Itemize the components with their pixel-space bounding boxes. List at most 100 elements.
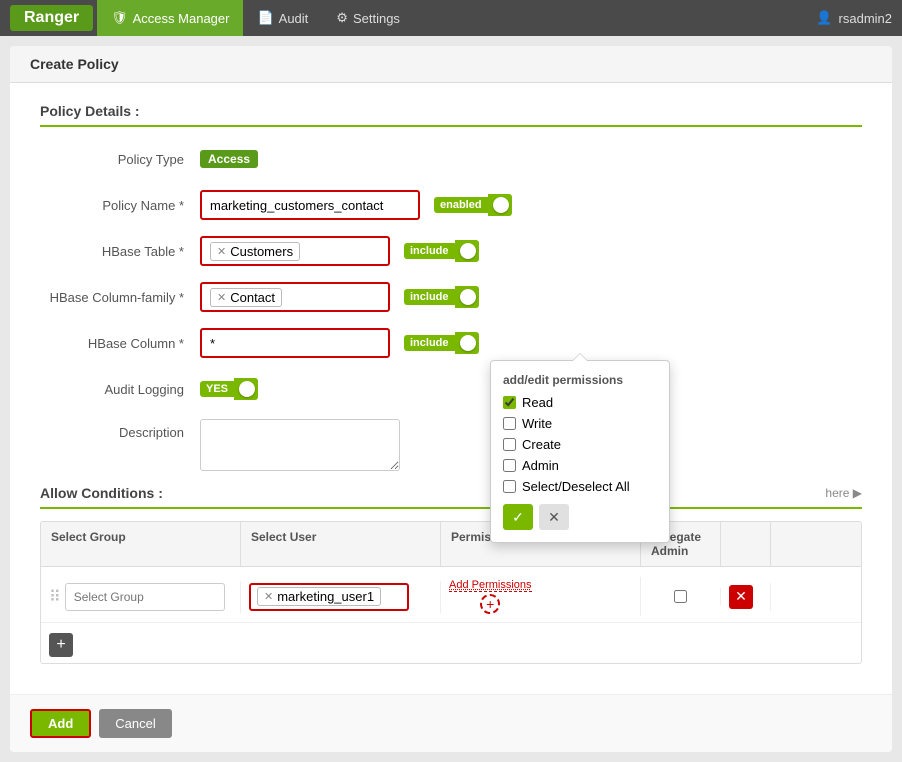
- nav-settings[interactable]: ⚙ Settings: [322, 0, 414, 36]
- hbase-column-family-label: HBase Column-family *: [40, 290, 200, 305]
- add-button[interactable]: Add: [30, 709, 91, 738]
- hbase-column-toggle-knob[interactable]: [455, 332, 479, 354]
- top-nav: Ranger 🛡 Access Manager 📄 Audit ⚙ Settin…: [0, 0, 902, 36]
- col-header-select-group: Select Group: [41, 522, 241, 566]
- permission-selectdeselect-row: Select/Deselect All: [503, 479, 657, 494]
- hbase-table-tag-remove[interactable]: ✕: [217, 245, 226, 258]
- hbase-column-family-tag-remove[interactable]: ✕: [217, 291, 226, 304]
- hbase-column-family-row: HBase Column-family * ✕ Contact include: [40, 281, 862, 313]
- shield-icon: 🛡: [111, 10, 128, 26]
- main-content: Create Policy Policy Details : Policy Ty…: [10, 46, 892, 752]
- hbase-column-family-tag: ✕ Contact: [210, 288, 282, 307]
- permission-admin-row: Admin: [503, 458, 657, 473]
- page-title: Create Policy: [10, 46, 892, 83]
- nav-access-manager[interactable]: 🛡 Access Manager: [97, 0, 243, 36]
- policy-name-row: Policy Name * enabled: [40, 189, 862, 221]
- select-user-cell: ✕ marketing_user1: [241, 581, 441, 613]
- here-link[interactable]: here ▶: [825, 486, 862, 500]
- add-permissions-plus-icon[interactable]: +: [480, 594, 500, 614]
- user-info: 👤 rsadmin2: [816, 10, 892, 26]
- popup-arrow: [572, 353, 588, 361]
- hbase-column-family-include-toggle[interactable]: include: [404, 286, 479, 308]
- hbase-column-label: HBase Column *: [40, 336, 200, 351]
- description-row: Description: [40, 419, 862, 471]
- document-icon: 📄: [257, 10, 273, 26]
- audit-toggle-knob[interactable]: [234, 378, 258, 400]
- hbase-table-input[interactable]: ✕ Customers: [200, 236, 390, 266]
- enabled-toggle[interactable]: enabled: [434, 194, 512, 216]
- popup-ok-button[interactable]: ✓: [503, 504, 533, 530]
- hbase-table-row: HBase Table * ✕ Customers include: [40, 235, 862, 267]
- user-icon: 👤: [816, 10, 832, 26]
- add-condition-row-button[interactable]: +: [49, 633, 73, 657]
- delete-cell: ✕: [721, 583, 771, 611]
- hbase-column-row: HBase Column * include: [40, 327, 862, 359]
- enabled-toggle-knob[interactable]: [488, 194, 512, 216]
- nav-audit[interactable]: 📄 Audit: [243, 0, 322, 36]
- allow-conditions-header: Allow Conditions : here ▶: [40, 485, 862, 509]
- policy-type-row: Policy Type Access: [40, 143, 862, 175]
- allow-conditions-section: Allow Conditions : here ▶ Select Group S…: [40, 485, 862, 664]
- description-input[interactable]: [200, 419, 400, 471]
- select-user-tag-remove[interactable]: ✕: [264, 590, 273, 603]
- hbase-column-input[interactable]: [200, 328, 390, 358]
- audit-logging-toggle[interactable]: YES: [200, 378, 258, 400]
- permission-admin-checkbox[interactable]: [503, 459, 516, 472]
- conditions-table-header: Select Group Select User Permissions Del…: [41, 522, 861, 567]
- permission-create-checkbox[interactable]: [503, 438, 516, 451]
- gear-icon: ⚙: [336, 10, 348, 26]
- permission-write-row: Write: [503, 416, 657, 431]
- hbase-table-tag: ✕ Customers: [210, 242, 300, 261]
- audit-logging-row: Audit Logging YES: [40, 373, 862, 405]
- drag-handle-icon: ⠿: [49, 587, 61, 607]
- select-group-cell: ⠿: [41, 581, 241, 613]
- permission-write-label: Write: [522, 416, 552, 431]
- permission-read-row: Read: [503, 395, 657, 410]
- col-header-select-user: Select User: [241, 522, 441, 566]
- hbase-table-toggle-knob[interactable]: [455, 240, 479, 262]
- cancel-button[interactable]: Cancel: [99, 709, 171, 738]
- permissions-cell: Add Permissions +: [441, 577, 641, 616]
- hbase-table-include-toggle[interactable]: include: [404, 240, 479, 262]
- policy-name-input[interactable]: [200, 190, 420, 220]
- brand-logo[interactable]: Ranger: [10, 5, 93, 31]
- form-container: Policy Details : Policy Type Access Poli…: [10, 83, 892, 694]
- permission-write-checkbox[interactable]: [503, 417, 516, 430]
- permission-create-row: Create: [503, 437, 657, 452]
- policy-type-label: Policy Type: [40, 152, 200, 167]
- permission-selectdeselect-label: Select/Deselect All: [522, 479, 630, 494]
- add-permissions-label: Add Permissions: [449, 579, 532, 592]
- conditions-table: Select Group Select User Permissions Del…: [40, 521, 862, 664]
- permissions-popup-title: add/edit permissions: [503, 373, 657, 387]
- popup-cancel-button[interactable]: ✕: [539, 504, 569, 530]
- add-permissions-button[interactable]: Add Permissions +: [449, 579, 532, 614]
- col-header-action: [721, 522, 771, 566]
- permission-admin-label: Admin: [522, 458, 559, 473]
- table-row: ⠿ ✕ marketing_user1: [41, 571, 861, 623]
- delete-row-button[interactable]: ✕: [729, 585, 753, 609]
- popup-actions: ✓ ✕: [503, 504, 657, 530]
- hbase-column-family-input[interactable]: ✕ Contact: [200, 282, 390, 312]
- allow-conditions-title: Allow Conditions :: [40, 485, 163, 501]
- select-user-tag: ✕ marketing_user1: [257, 587, 381, 606]
- permission-create-label: Create: [522, 437, 561, 452]
- username: rsadmin2: [839, 11, 892, 26]
- conditions-table-body: ⠿ ✕ marketing_user1: [41, 567, 861, 627]
- permission-read-checkbox[interactable]: [503, 396, 516, 409]
- hbase-column-include-toggle[interactable]: include: [404, 332, 479, 354]
- bottom-buttons: Add Cancel: [10, 694, 892, 752]
- delegate-admin-cell: [641, 588, 721, 605]
- permission-read-label: Read: [522, 395, 553, 410]
- delegate-admin-checkbox[interactable]: [674, 590, 687, 603]
- policy-details-title: Policy Details :: [40, 103, 862, 127]
- hbase-table-label: HBase Table *: [40, 244, 200, 259]
- policy-type-badge: Access: [200, 150, 258, 168]
- select-group-input[interactable]: [65, 583, 225, 611]
- permission-selectdeselect-checkbox[interactable]: [503, 480, 516, 493]
- hbase-column-family-toggle-knob[interactable]: [455, 286, 479, 308]
- description-label: Description: [40, 419, 200, 440]
- audit-logging-label: Audit Logging: [40, 382, 200, 397]
- permissions-popup: add/edit permissions Read Write Create A…: [490, 360, 670, 543]
- select-user-input[interactable]: ✕ marketing_user1: [249, 583, 409, 611]
- policy-name-label: Policy Name *: [40, 198, 200, 213]
